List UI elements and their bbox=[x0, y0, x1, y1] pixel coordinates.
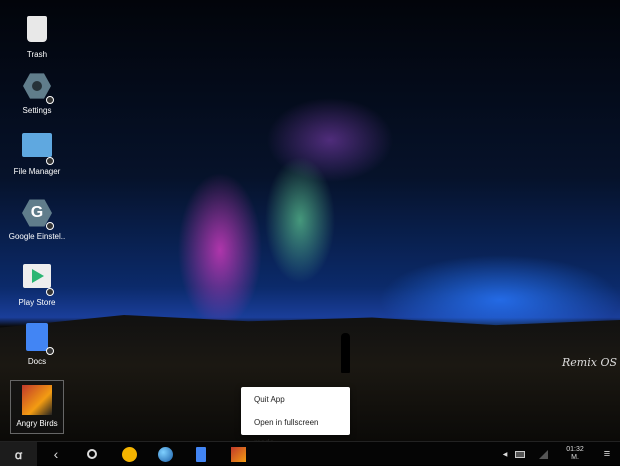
caret-left-icon: ◀ bbox=[502, 451, 508, 458]
taskbar-app-browser[interactable] bbox=[156, 442, 174, 466]
tray-expand-button[interactable]: ◀ bbox=[500, 442, 510, 466]
taskbar-app-notes[interactable] bbox=[120, 442, 138, 466]
google-settings-icon: G bbox=[22, 198, 54, 230]
keyboard-icon bbox=[515, 450, 525, 458]
desktop-icon-angry-birds[interactable]: Angry Birds bbox=[10, 380, 64, 434]
taskbar: ꭤ ‹ ◀ 01:32 M. ≡ bbox=[0, 441, 620, 466]
icon-label: Google Einstel.. bbox=[8, 232, 66, 241]
remix-os-watermark: Remix OS bbox=[562, 356, 617, 369]
back-button[interactable]: ‹ bbox=[46, 442, 66, 466]
remix-logo-icon: ꭤ bbox=[14, 447, 23, 462]
signal-icon bbox=[538, 449, 548, 459]
desktop-icon-settings[interactable]: Settings bbox=[6, 72, 68, 115]
folder-icon bbox=[22, 133, 54, 165]
home-circle-icon bbox=[87, 449, 97, 459]
globe-icon bbox=[157, 446, 173, 462]
menu-lines-icon: ≡ bbox=[603, 448, 611, 460]
clock-time: 01:32 bbox=[566, 446, 584, 453]
desktop-icon-play-store[interactable]: Play Store bbox=[6, 260, 68, 307]
icon-label: Play Store bbox=[18, 298, 56, 307]
angry-birds-icon bbox=[230, 446, 246, 462]
icon-label: Trash bbox=[26, 50, 48, 59]
icon-label: Angry Birds bbox=[16, 419, 58, 428]
silhouette bbox=[341, 333, 350, 373]
notification-center-button[interactable]: ≡ bbox=[600, 442, 614, 466]
clock[interactable]: 01:32 M. bbox=[560, 442, 590, 466]
gear-icon bbox=[22, 72, 54, 104]
start-menu-button[interactable]: ꭤ bbox=[0, 442, 37, 466]
icon-label: File Manager bbox=[13, 167, 61, 176]
clock-period: M. bbox=[571, 454, 579, 461]
context-menu: Quit App Open in fullscreen mode bbox=[241, 387, 350, 447]
angry-birds-icon bbox=[22, 385, 52, 415]
icon-label: Settings bbox=[22, 106, 52, 115]
back-icon: ‹ bbox=[53, 446, 59, 462]
desktop-icon-file-manager[interactable]: File Manager bbox=[6, 130, 68, 176]
desktop-icon-trash[interactable]: Trash bbox=[6, 14, 68, 59]
home-button[interactable] bbox=[82, 442, 102, 466]
menu-item-open-fullscreen[interactable]: Open in fullscreen mode bbox=[241, 413, 350, 447]
keyboard-button[interactable] bbox=[514, 442, 526, 466]
yellow-app-icon bbox=[121, 446, 137, 462]
play-store-icon bbox=[22, 264, 54, 296]
icon-label: Docs bbox=[27, 357, 47, 366]
desktop-icon-docs[interactable]: Docs bbox=[6, 323, 68, 366]
docs-icon bbox=[196, 446, 206, 462]
taskbar-app-docs[interactable] bbox=[193, 442, 209, 466]
docs-icon bbox=[22, 323, 54, 355]
trash-icon bbox=[22, 16, 52, 46]
taskbar-app-angry-birds[interactable] bbox=[229, 442, 247, 466]
desktop-icon-google-settings[interactable]: G Google Einstel.. bbox=[6, 198, 68, 241]
menu-item-quit-app[interactable]: Quit App bbox=[241, 390, 350, 410]
signal-status[interactable] bbox=[537, 442, 549, 466]
desktop-wallpaper: Remix OS bbox=[0, 0, 620, 441]
